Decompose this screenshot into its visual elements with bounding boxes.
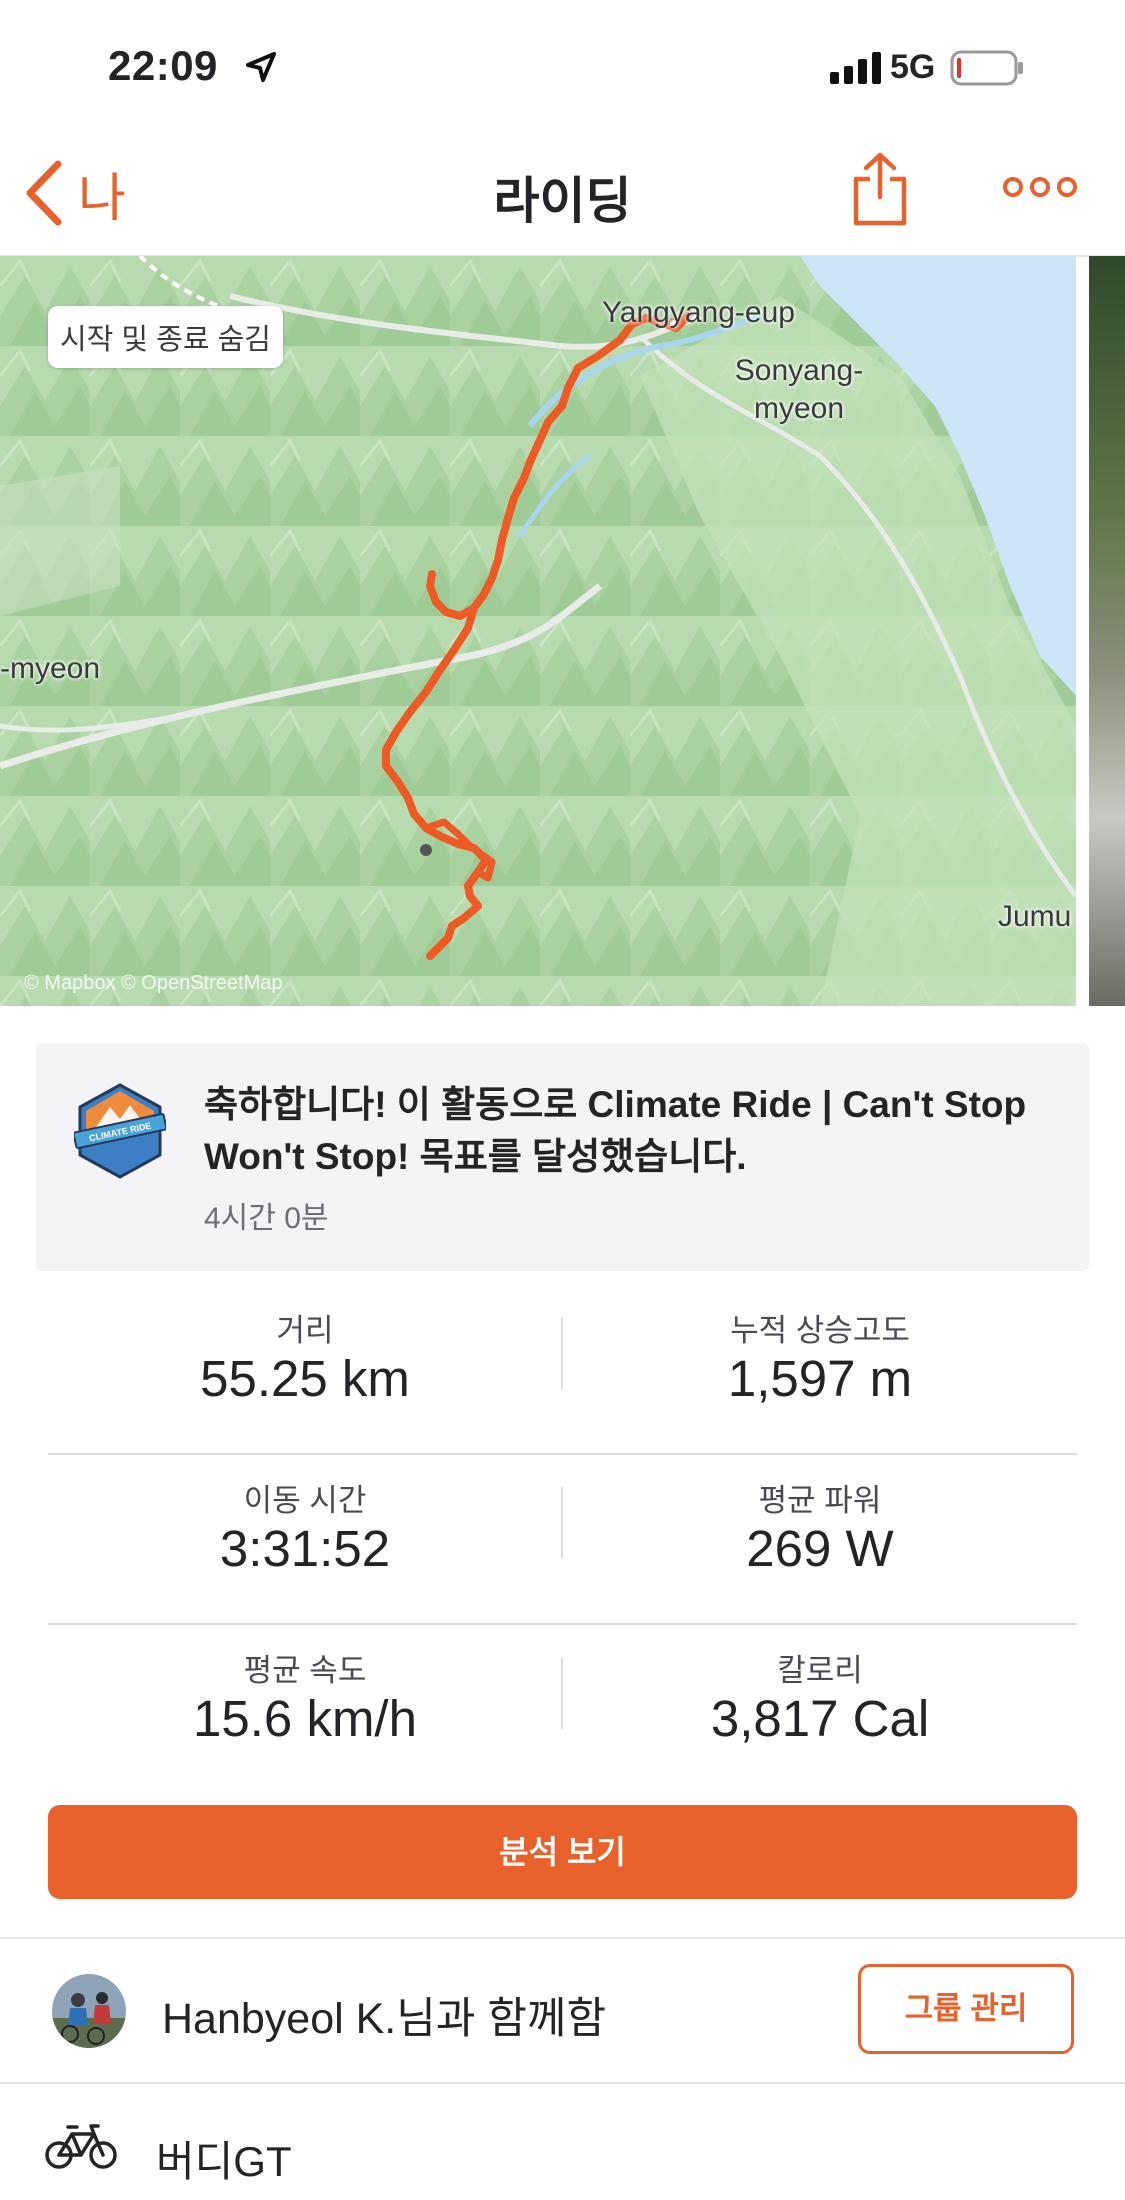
gear-name: 버디GT <box>156 2138 292 2185</box>
status-time: 22:09 <box>108 42 218 89</box>
manage-group-button[interactable]: 그룹 관리 <box>858 1964 1074 2054</box>
stat-elevation-gain: 누적 상승고도 1,597 m <box>563 1283 1077 1453</box>
bike-icon <box>45 2124 117 2169</box>
map-place-label: Sonyang- myeon <box>734 354 864 425</box>
map-carousel[interactable]: 시작 및 종료 숨김 Yangyang-eup Sonyang- myeon -… <box>0 256 1125 1006</box>
stat-moving-time: 이동 시간 3:31:52 <box>48 1453 562 1623</box>
stat-label: 이동 시간 <box>243 1483 367 1518</box>
network-type: 5G <box>890 48 936 86</box>
stat-value: 15.6 km/h <box>193 1690 417 1747</box>
map-attribution: © Mapbox © OpenStreetMap <box>24 972 283 994</box>
stat-value: 55.25 km <box>200 1350 410 1407</box>
stat-label: 칼로리 <box>777 1653 863 1688</box>
stat-label: 누적 상승고도 <box>730 1313 910 1348</box>
more-button[interactable] <box>1002 175 1078 204</box>
share-icon <box>853 152 907 226</box>
stat-avg-power: 평균 파워 269 W <box>563 1453 1077 1623</box>
avatar-image <box>52 1974 126 2048</box>
stat-value: 3,817 Cal <box>710 1690 930 1747</box>
climate-ride-badge-icon: CLIMATE RIDE <box>74 1083 166 1179</box>
hide-start-end-toggle[interactable]: 시작 및 종료 숨김 <box>48 306 283 368</box>
page-title: 라이딩 <box>493 173 632 229</box>
status-bar: 22:09 5G <box>0 0 1125 135</box>
map-place-label: -myeon <box>0 652 101 685</box>
map-place-label: Yangyang-eup <box>602 296 795 329</box>
stat-label: 평균 속도 <box>243 1653 367 1688</box>
stat-avg-speed: 평균 속도 15.6 km/h <box>48 1623 562 1793</box>
stat-value: 1,597 m <box>727 1350 913 1407</box>
gear-row[interactable]: 버디GT <box>0 2084 1125 2200</box>
activity-photo-thumbnail[interactable] <box>1089 256 1125 1006</box>
achievement-time: 4시간 0분 <box>204 1202 329 1235</box>
divider <box>0 1937 1125 1939</box>
view-analysis-button[interactable]: 분석 보기 <box>48 1805 1077 1899</box>
battery-icon <box>950 50 1023 86</box>
stats-row: 거리 55.25 km 누적 상승고도 1,597 m <box>48 1283 1077 1455</box>
achievement-message: 축하합니다! 이 활동으로 Climate Ride | Can't Stop … <box>204 1084 1027 1177</box>
share-button[interactable] <box>852 151 908 232</box>
location-arrow-icon <box>246 52 276 82</box>
stat-value: 269 W <box>746 1520 894 1577</box>
stat-label: 거리 <box>276 1313 334 1348</box>
stats-row: 이동 시간 3:31:52 평균 파워 269 W <box>48 1453 1077 1625</box>
stat-calories: 칼로리 3,817 Cal <box>563 1623 1077 1793</box>
achievement-card[interactable]: CLIMATE RIDE 축하합니다! 이 활동으로 Climate Ride … <box>36 1043 1089 1271</box>
avatar[interactable] <box>52 1974 126 2048</box>
stat-label: 평균 파워 <box>758 1483 882 1518</box>
stats-row: 평균 속도 15.6 km/h 칼로리 3,817 Cal <box>48 1623 1077 1793</box>
stat-distance: 거리 55.25 km <box>48 1283 562 1453</box>
map-place-label: Jumu <box>998 900 1072 933</box>
group-with-text: Hanbyeol K.님과 함께함 <box>162 1995 607 2043</box>
route-map[interactable] <box>0 256 1076 1006</box>
nav-bar: 나 라이딩 <box>0 135 1125 257</box>
signal-icon <box>830 52 881 84</box>
more-icon <box>1003 177 1077 197</box>
stat-value: 3:31:52 <box>219 1520 391 1577</box>
group-activity-row: Hanbyeol K.님과 함께함 그룹 관리 <box>0 1940 1125 2082</box>
